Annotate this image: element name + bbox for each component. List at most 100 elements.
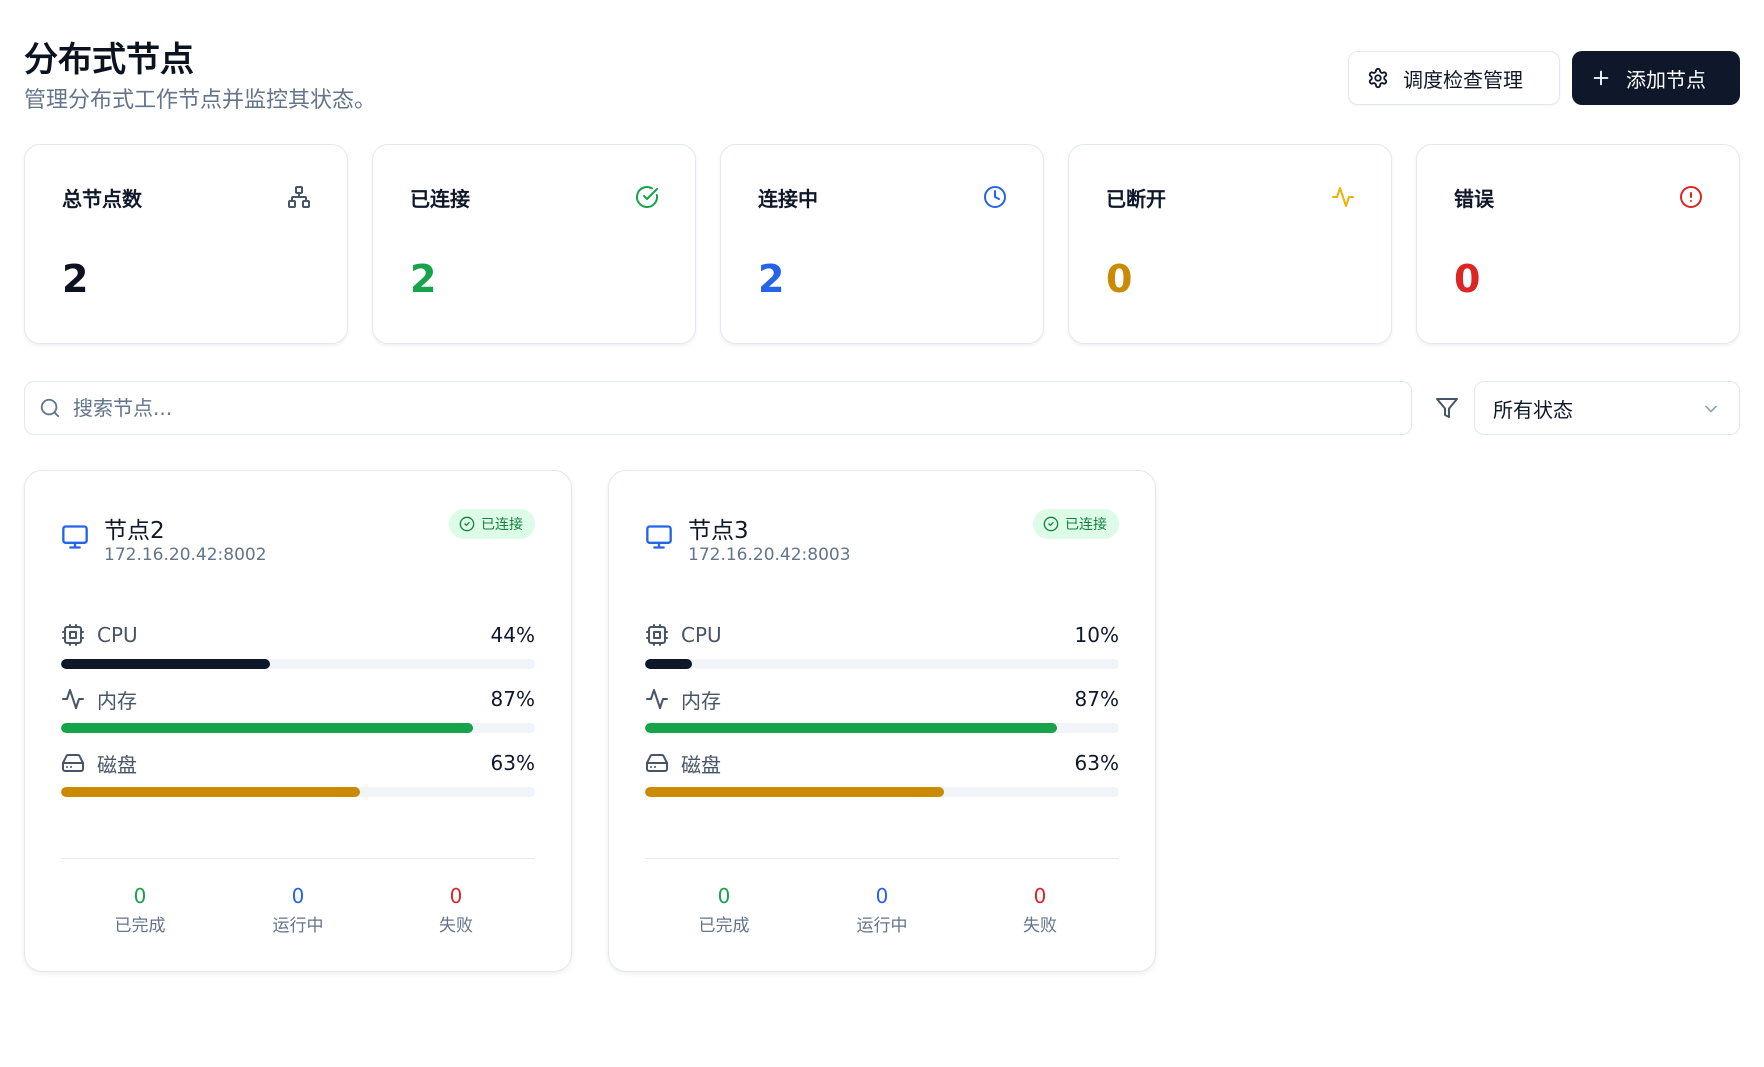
metric-cpu: CPU 44% (61, 621, 535, 671)
search-filter-row: 所有状态 (24, 381, 1740, 435)
search-input[interactable] (73, 382, 1393, 434)
metric-percent: 87% (1074, 687, 1119, 711)
metric-percent: 87% (490, 687, 535, 711)
node-address: 172.16.20.42:8002 (104, 545, 267, 565)
task-stat-failed: 0 失败 (961, 883, 1119, 936)
activity-icon (62, 689, 84, 709)
task-stats: 0 已完成 0 运行中 0 失败 (645, 883, 1119, 936)
task-stat-running: 0 运行中 (803, 883, 961, 936)
progress-track (645, 787, 1119, 797)
stat-label: 连接中 (758, 187, 818, 211)
task-count: 0 (133, 884, 147, 908)
progress-fill (645, 659, 693, 669)
divider (645, 858, 1119, 859)
stat-value: 2 (62, 257, 89, 301)
status-badge: 已连接 (1033, 509, 1119, 539)
activity-icon (646, 689, 668, 709)
metric-label: 磁盘 (681, 752, 721, 777)
task-stats: 0 已完成 0 运行中 0 失败 (61, 883, 535, 936)
metric-memory: 内存 87% (645, 685, 1119, 735)
task-count: 0 (875, 884, 889, 908)
monitor-icon (646, 525, 672, 549)
progress-track (645, 723, 1119, 733)
stat-card-connected: 已连接 2 (372, 144, 696, 344)
task-count: 0 (1033, 884, 1047, 908)
progress-track (645, 659, 1119, 669)
gear-icon (1368, 67, 1388, 89)
filter-icon (1436, 398, 1458, 418)
add-node-label: 添加节点 (1626, 67, 1706, 92)
progress-track (61, 787, 535, 797)
add-node-button[interactable]: 添加节点 (1572, 51, 1740, 105)
page-header: 分布式节点 管理分布式工作节点并监控其状态。 调度检查管理 添加节点 (24, 38, 1740, 118)
cpu-icon (62, 624, 84, 646)
node-card[interactable]: 节点3 172.16.20.42:8003 已连接 CPU 10% 内存 87% (608, 470, 1156, 972)
stat-label: 错误 (1454, 187, 1494, 211)
plus-icon (1593, 70, 1609, 86)
stat-value: 0 (1454, 257, 1481, 301)
stats-row: 总节点数 2 已连接 2 连接中 2 已断开 0 错误 0 (24, 144, 1740, 344)
status-badge: 已连接 (449, 509, 535, 539)
activity-icon (1332, 187, 1354, 207)
stat-card-connecting: 连接中 2 (720, 144, 1044, 344)
task-stat-completed: 0 已完成 (61, 883, 219, 936)
metric-cpu: CPU 10% (645, 621, 1119, 671)
clock-icon (984, 186, 1006, 208)
metric-label: 内存 (681, 688, 721, 713)
hard-drive-icon (62, 754, 84, 772)
search-icon (40, 398, 60, 418)
progress-fill (61, 723, 474, 733)
metric-percent: 44% (490, 623, 535, 647)
task-stat-completed: 0 已完成 (645, 883, 803, 936)
stat-label: 已连接 (410, 187, 470, 211)
task-count: 0 (449, 884, 463, 908)
schedule-check-label: 调度检查管理 (1403, 67, 1523, 92)
task-label: 失败 (439, 916, 473, 936)
check-circle-icon (636, 186, 658, 208)
task-label: 运行中 (272, 916, 324, 936)
progress-fill (645, 723, 1058, 733)
check-circle-icon (459, 516, 475, 532)
check-circle-icon (1043, 516, 1059, 532)
node-list: 节点2 172.16.20.42:8002 已连接 CPU 44% 内存 87% (24, 470, 1156, 972)
node-card[interactable]: 节点2 172.16.20.42:8002 已连接 CPU 44% 内存 87% (24, 470, 572, 972)
node-name: 节点2 (104, 518, 165, 544)
task-stat-failed: 0 失败 (377, 883, 535, 936)
status-filter-select[interactable]: 所有状态 (1474, 381, 1740, 435)
monitor-icon (62, 525, 88, 549)
cpu-icon (646, 624, 668, 646)
progress-track (61, 723, 535, 733)
task-stat-running: 0 运行中 (219, 883, 377, 936)
progress-track (61, 659, 535, 669)
status-filter-value: 所有状态 (1493, 397, 1573, 422)
status-badge-label: 已连接 (1065, 517, 1107, 533)
task-count: 0 (291, 884, 305, 908)
alert-circle-icon (1680, 186, 1702, 208)
metric-memory: 内存 87% (61, 685, 535, 735)
node-name: 节点3 (688, 518, 749, 544)
stat-label: 已断开 (1106, 187, 1166, 211)
stat-value: 0 (1106, 257, 1133, 301)
stat-card-error: 错误 0 (1416, 144, 1740, 344)
metric-percent: 10% (1074, 623, 1119, 647)
progress-fill (645, 787, 944, 797)
metric-percent: 63% (1074, 751, 1119, 775)
status-badge-label: 已连接 (481, 517, 523, 533)
chevron-down-icon (1705, 405, 1717, 413)
network-icon (288, 186, 310, 208)
metric-label: 内存 (97, 688, 137, 713)
stat-label: 总节点数 (62, 187, 142, 211)
task-label: 失败 (1023, 916, 1057, 936)
metric-label: CPU (681, 623, 722, 647)
task-label: 已完成 (114, 916, 166, 936)
metric-label: CPU (97, 623, 138, 647)
task-label: 已完成 (698, 916, 750, 936)
metric-disk: 磁盘 63% (645, 749, 1119, 799)
divider (61, 858, 535, 859)
progress-fill (61, 659, 270, 669)
node-address: 172.16.20.42:8003 (688, 545, 851, 565)
stat-value: 2 (410, 257, 437, 301)
stat-card-total: 总节点数 2 (24, 144, 348, 344)
schedule-check-button[interactable]: 调度检查管理 (1348, 51, 1560, 105)
hard-drive-icon (646, 754, 668, 772)
